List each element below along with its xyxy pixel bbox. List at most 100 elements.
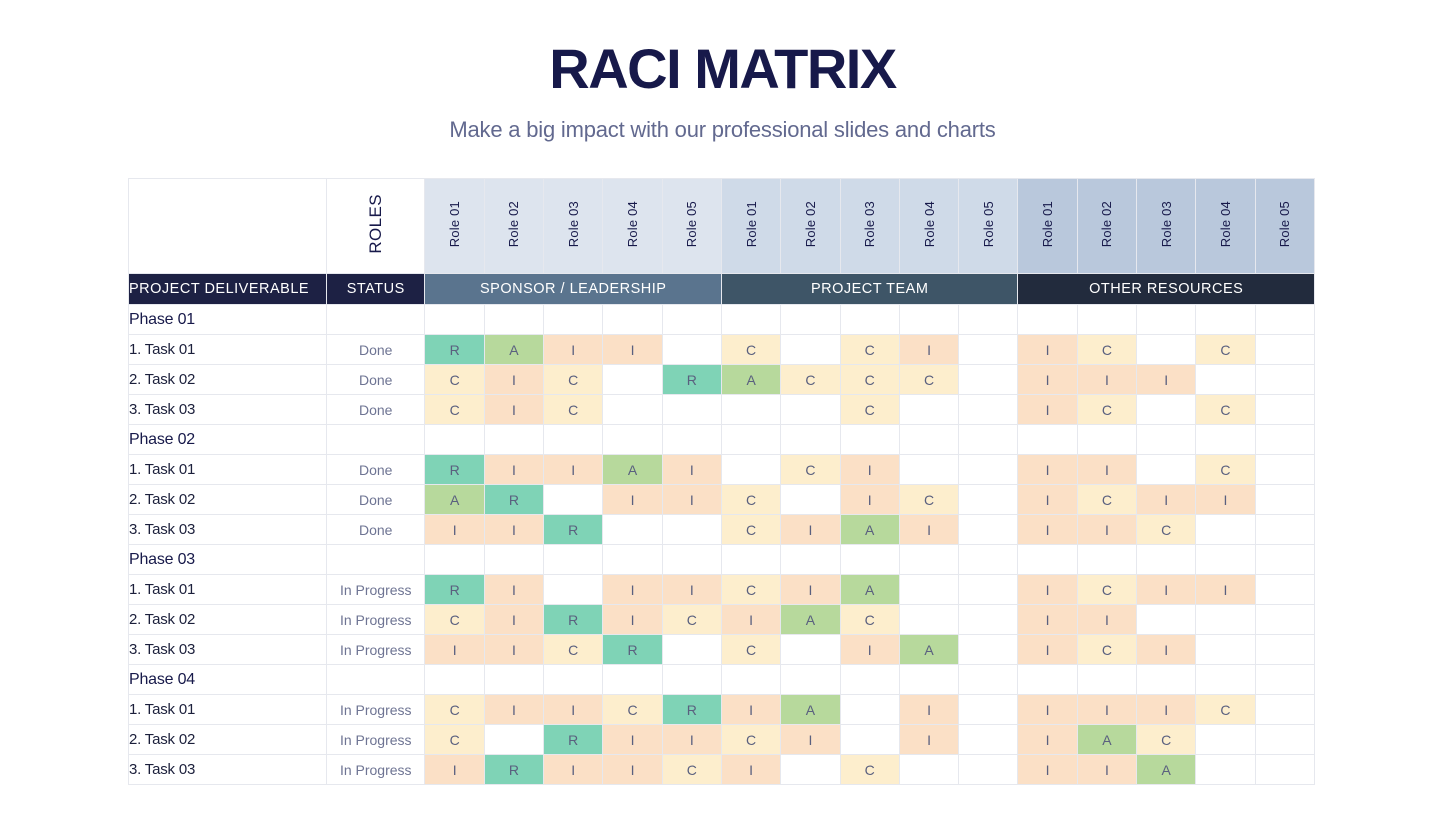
raci-cell[interactable] [958, 634, 1019, 665]
raci-cell[interactable]: I [839, 484, 900, 515]
raci-cell[interactable]: C [602, 694, 663, 725]
role-header-other-1[interactable]: Role 01 [1017, 178, 1078, 274]
raci-cell[interactable]: A [898, 634, 960, 665]
raci-cell[interactable] [780, 484, 841, 515]
raci-cell[interactable]: C [1076, 574, 1138, 605]
raci-cell[interactable] [1254, 634, 1316, 665]
raci-cell[interactable] [958, 394, 1019, 425]
task-row[interactable]: 3. Task 03 In Progress I I C R C I A I C I [128, 634, 1316, 665]
raci-cell[interactable]: I [1076, 514, 1138, 545]
raci-cell[interactable] [661, 334, 722, 365]
raci-cell[interactable] [958, 484, 1019, 515]
role-header-team-3[interactable]: Role 03 [839, 178, 900, 274]
raci-cell[interactable]: C [1076, 634, 1138, 665]
raci-cell[interactable]: I [898, 694, 960, 725]
raci-cell[interactable]: C [1195, 334, 1256, 365]
raci-cell[interactable]: I [483, 604, 545, 635]
raci-cell[interactable]: I [720, 604, 782, 635]
raci-cell[interactable]: A [602, 454, 663, 485]
raci-cell[interactable]: C [1136, 724, 1197, 755]
raci-cell[interactable]: I [424, 754, 485, 785]
raci-cell[interactable]: C [1195, 694, 1256, 725]
raci-cell[interactable]: I [1076, 694, 1138, 725]
raci-cell[interactable]: C [1076, 484, 1138, 515]
raci-cell[interactable] [958, 724, 1019, 755]
raci-cell[interactable]: I [483, 514, 545, 545]
raci-cell[interactable]: C [424, 364, 485, 395]
raci-cell[interactable] [720, 454, 782, 485]
raci-cell[interactable] [898, 574, 960, 605]
raci-cell[interactable] [1254, 334, 1316, 365]
raci-cell[interactable] [1195, 724, 1256, 755]
raci-cell[interactable]: C [661, 604, 722, 635]
raci-cell[interactable]: I [1136, 484, 1197, 515]
raci-cell[interactable]: I [543, 694, 604, 725]
raci-cell[interactable]: R [661, 694, 722, 725]
raci-cell[interactable] [543, 484, 604, 515]
raci-cell[interactable]: C [1076, 334, 1138, 365]
raci-cell[interactable] [1136, 454, 1197, 485]
role-header-team-1[interactable]: Role 01 [720, 178, 782, 274]
raci-cell[interactable]: I [424, 634, 485, 665]
raci-cell[interactable] [602, 514, 663, 545]
raci-cell[interactable] [483, 724, 545, 755]
raci-cell[interactable]: I [543, 334, 604, 365]
raci-cell[interactable] [958, 514, 1019, 545]
raci-cell[interactable]: I [1017, 754, 1078, 785]
raci-cell[interactable]: I [1195, 484, 1256, 515]
raci-cell[interactable]: I [1017, 394, 1078, 425]
raci-cell[interactable] [1195, 364, 1256, 395]
role-header-sponsor-5[interactable]: Role 05 [661, 178, 722, 274]
raci-cell[interactable]: C [839, 334, 900, 365]
raci-cell[interactable]: C [424, 394, 485, 425]
raci-cell[interactable]: C [720, 484, 782, 515]
raci-cell[interactable] [958, 694, 1019, 725]
raci-cell[interactable] [780, 394, 841, 425]
role-header-sponsor-1[interactable]: Role 01 [424, 178, 485, 274]
raci-cell[interactable]: C [780, 454, 841, 485]
raci-cell[interactable]: C [543, 634, 604, 665]
raci-cell[interactable]: I [661, 484, 722, 515]
raci-cell[interactable] [602, 364, 663, 395]
raci-cell[interactable] [1254, 574, 1316, 605]
raci-cell[interactable]: A [483, 334, 545, 365]
raci-cell[interactable]: I [602, 724, 663, 755]
raci-cell[interactable] [958, 364, 1019, 395]
raci-cell[interactable]: I [483, 634, 545, 665]
raci-cell[interactable]: I [1076, 454, 1138, 485]
raci-cell[interactable] [1195, 754, 1256, 785]
task-row[interactable]: 2. Task 02 Done A R I I C I C I C I I [128, 484, 1316, 515]
raci-cell[interactable] [898, 454, 960, 485]
raci-cell[interactable]: C [424, 694, 485, 725]
raci-cell[interactable]: C [720, 514, 782, 545]
raci-cell[interactable]: I [483, 394, 545, 425]
raci-cell[interactable]: R [543, 724, 604, 755]
raci-cell[interactable]: I [1136, 364, 1197, 395]
task-row[interactable]: 3. Task 03 In Progress I R I I C I C I I A [128, 754, 1316, 785]
raci-cell[interactable] [1254, 364, 1316, 395]
role-header-team-5[interactable]: Role 05 [958, 178, 1019, 274]
raci-cell[interactable] [1254, 724, 1316, 755]
raci-cell[interactable]: I [1136, 694, 1197, 725]
raci-cell[interactable]: I [1017, 634, 1078, 665]
raci-cell[interactable]: R [424, 574, 485, 605]
raci-cell[interactable]: I [780, 724, 841, 755]
raci-cell[interactable] [1254, 754, 1316, 785]
raci-cell[interactable]: A [1136, 754, 1197, 785]
raci-cell[interactable]: C [1076, 394, 1138, 425]
raci-cell[interactable]: C [424, 604, 485, 635]
raci-cell[interactable]: A [839, 574, 900, 605]
raci-cell[interactable]: C [720, 334, 782, 365]
raci-cell[interactable] [1195, 604, 1256, 635]
task-row[interactable]: 2. Task 02 In Progress C I R I C I A C I I [128, 604, 1316, 635]
raci-cell[interactable]: I [424, 514, 485, 545]
raci-cell[interactable]: I [1017, 484, 1078, 515]
role-header-other-3[interactable]: Role 03 [1136, 178, 1197, 274]
raci-cell[interactable]: R [602, 634, 663, 665]
raci-cell[interactable]: I [483, 454, 545, 485]
raci-cell[interactable] [1254, 694, 1316, 725]
raci-cell[interactable]: C [720, 634, 782, 665]
raci-cell[interactable]: I [602, 574, 663, 605]
raci-cell[interactable] [898, 604, 960, 635]
raci-cell[interactable]: I [1017, 334, 1078, 365]
